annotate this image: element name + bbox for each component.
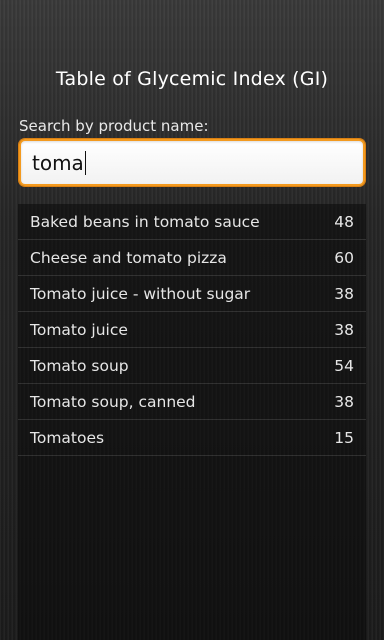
list-item[interactable]: Tomato soup, canned 38 — [18, 384, 366, 420]
text-cursor — [84, 150, 86, 175]
list-item[interactable]: Tomato soup 54 — [18, 348, 366, 384]
product-name: Baked beans in tomato sauce — [30, 212, 260, 231]
product-name: Tomato soup, canned — [30, 392, 196, 411]
glycemic-index-value: 54 — [334, 356, 354, 375]
glycemic-index-value: 15 — [334, 428, 354, 447]
glycemic-index-value: 38 — [334, 284, 354, 303]
glycemic-index-value: 60 — [334, 248, 354, 267]
list-item[interactable]: Tomato juice 38 — [18, 312, 366, 348]
list-item[interactable]: Cheese and tomato pizza 60 — [18, 240, 366, 276]
page-title: Table of Glycemic Index (GI) — [55, 68, 329, 90]
glycemic-index-value: 38 — [334, 320, 354, 339]
search-label: Search by product name: — [19, 117, 209, 135]
product-name: Tomato juice - without sugar — [30, 284, 251, 303]
glycemic-index-value: 38 — [334, 392, 354, 411]
list-item[interactable]: Baked beans in tomato sauce 48 — [18, 204, 366, 240]
product-name: Cheese and tomato pizza — [30, 248, 227, 267]
product-name: Tomato soup — [30, 356, 129, 375]
search-input-value: toma — [32, 150, 84, 175]
product-name: Tomatoes — [30, 428, 105, 447]
list-item[interactable]: Tomatoes 15 — [18, 420, 366, 456]
product-name: Tomato juice — [30, 320, 128, 339]
list-item[interactable]: Tomato juice - without sugar 38 — [18, 276, 366, 312]
glycemic-index-value: 48 — [334, 212, 354, 231]
results-list[interactable]: Baked beans in tomato sauce 48 Cheese an… — [18, 204, 366, 640]
search-input[interactable]: toma — [19, 139, 365, 186]
